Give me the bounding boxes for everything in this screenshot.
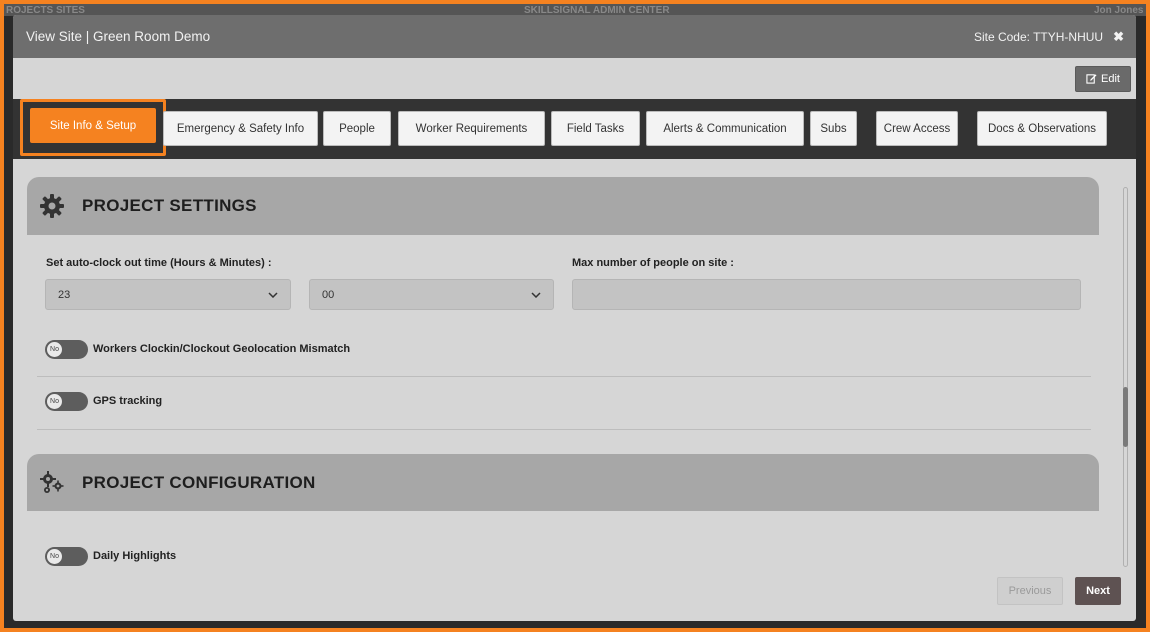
hours-select[interactable]: 23 [45,279,291,310]
modal-content: PROJECT SETTINGS Set auto-clock out time… [13,159,1136,621]
autoclock-label: Set auto-clock out time (Hours & Minutes… [46,257,272,269]
edit-icon [1086,74,1097,84]
toggle-knob: No [47,394,62,409]
divider [37,376,1091,377]
hours-value: 23 [58,288,71,301]
toggle-knob: No [47,549,62,564]
tab-bar: Site Info & Setup Emergency & Safety Inf… [13,99,1136,159]
project-settings-title: PROJECT SETTINGS [82,196,257,215]
divider [37,429,1091,430]
toggle-knob: No [47,342,62,357]
minutes-select[interactable]: 00 [309,279,554,310]
chevron-down-icon [268,291,278,298]
edit-bar: Edit [13,58,1136,99]
tab-field-tasks[interactable]: Field Tasks [551,111,640,146]
tab-site-info-setup[interactable]: Site Info & Setup [30,108,156,143]
chevron-down-icon [531,291,541,298]
site-code: Site Code: TTYH-NHUU [973,29,1104,44]
modal-title: View Site | Green Room Demo [26,29,211,44]
tab-subs[interactable]: Subs [810,111,857,146]
view-site-modal: View Site | Green Room Demo Site Code: T… [13,15,1136,621]
daily-highlights-label: Daily Highlights [93,550,177,562]
max-people-input[interactable] [572,279,1081,310]
project-configuration-title: PROJECT CONFIGURATION [82,472,316,492]
close-icon[interactable]: ✖ [1113,29,1124,45]
gear-icon [39,193,65,219]
scrollbar-track[interactable] [1123,187,1128,567]
gps-tracking-label: GPS tracking [93,395,163,407]
edit-label: Edit [1101,72,1120,85]
scrollbar-thumb[interactable] [1123,387,1128,447]
daily-highlights-toggle[interactable]: No [45,547,88,566]
project-settings-header: PROJECT SETTINGS [27,177,1099,235]
previous-button[interactable]: Previous [997,577,1063,605]
tab-alerts-communication[interactable]: Alerts & Communication [646,111,804,146]
tab-docs-observations[interactable]: Docs & Observations [977,111,1107,146]
tab-people[interactable]: People [323,111,391,146]
project-configuration-header: PROJECT CONFIGURATION [27,454,1099,511]
gps-tracking-toggle[interactable]: No [45,392,88,411]
geolocation-mismatch-toggle[interactable]: No [45,340,88,359]
minutes-value: 00 [322,288,335,301]
geolocation-mismatch-label: Workers Clockin/Clockout Geolocation Mis… [93,343,351,355]
edit-button[interactable]: Edit [1075,65,1131,92]
modal-titlebar: View Site | Green Room Demo Site Code: T… [13,15,1136,58]
gears-icon [39,470,65,496]
tab-emergency-safety[interactable]: Emergency & Safety Info [163,111,318,146]
max-people-label: Max number of people on site : [572,257,734,269]
tab-crew-access[interactable]: Crew Access [876,111,958,146]
next-button[interactable]: Next [1075,577,1121,605]
tab-worker-requirements[interactable]: Worker Requirements [398,111,545,146]
